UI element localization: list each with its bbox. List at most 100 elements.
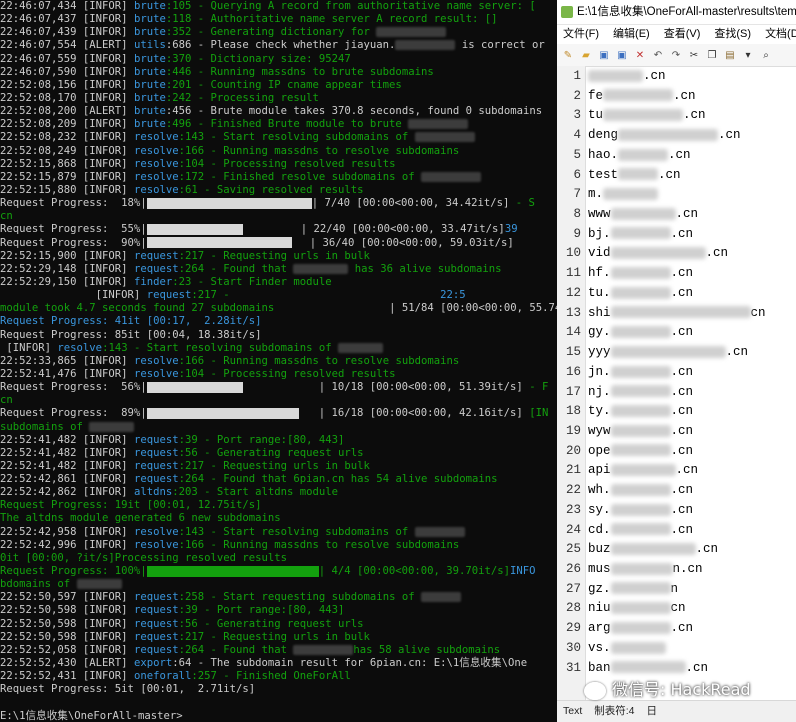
terminal-text: 22:46:07,434 [INFOR] [0, 0, 134, 12]
subdomain-line[interactable]: m. [588, 187, 659, 201]
subdomain-line[interactable]: gz. n [588, 582, 678, 596]
terminal-window[interactable]: 22:46:07,434 [INFOR] brute:105 - Queryin… [0, 0, 557, 722]
terminal-text: cn [0, 394, 13, 407]
menu-item[interactable]: 查看(V) [664, 28, 701, 40]
subdomain-line[interactable]: .cn [588, 69, 666, 83]
close-icon[interactable]: ✕ [633, 48, 647, 62]
notepad-window: E:\1信息收集\OneForAll-master\results\temp\ … [557, 0, 796, 722]
subdomain-line[interactable]: nj. .cn [588, 385, 693, 399]
notepad-app-icon [561, 5, 573, 18]
subdomain-line[interactable]: gy. .cn [588, 325, 693, 339]
paste-icon[interactable]: ▤ [723, 48, 737, 62]
subdomain-line[interactable]: niu cn [588, 601, 686, 615]
notepad-title: E:\1信息收集\OneForAll-master\results\temp\ [577, 6, 796, 18]
save-icon[interactable]: ▣ [597, 48, 611, 62]
subdomain-line[interactable]: hf. .cn [588, 266, 693, 280]
line-number: 31 [565, 660, 581, 675]
redo-icon[interactable]: ↷ [669, 48, 683, 62]
subdomain-prefix: www [588, 207, 611, 222]
subdomain-line[interactable]: yyy .cn [588, 345, 748, 359]
line-number: 1 [573, 69, 581, 83]
terminal-text: Request Progress: 19it [00:01, 12.75it/s… [0, 499, 262, 512]
line-number: 14 [565, 325, 581, 340]
subdomain-line[interactable]: www .cn [588, 207, 698, 221]
find-icon[interactable]: ⌕ [759, 48, 773, 62]
subdomain-line[interactable]: fe .cn [588, 89, 696, 103]
terminal-text: 22:52:52,430 [ALERT] [0, 657, 134, 670]
subdomain-line[interactable]: tu .cn [588, 108, 706, 122]
subdomain-line[interactable]: vs. [588, 641, 666, 655]
subdomain-line[interactable]: shi cn [588, 306, 766, 320]
subdomain-line[interactable]: tu. .cn [588, 286, 693, 300]
copy-icon[interactable]: ❐ [705, 48, 719, 62]
terminal-text: brute [133, 13, 166, 26]
terminal-text: | 7/40 [00:00<00:00, 34.42it/s] [311, 197, 510, 210]
terminal-text: bdomains of [0, 578, 77, 591]
terminal-text: 22:52:15,900 [INFOR] [0, 249, 134, 262]
terminal-line: 22:52:08,209 [INFOR] brute:496 - Finishe… [0, 118, 557, 131]
terminal-text: :104 - Processing resolved results [178, 367, 396, 380]
subdomain-line[interactable]: vid .cn [588, 246, 728, 260]
menu-item[interactable]: 编辑(E) [613, 28, 650, 40]
subdomain-line[interactable]: wyw .cn [588, 424, 693, 438]
line-number: 20 [565, 443, 581, 458]
terminal-line: 22:52:42,958 [INFOR] resolve:143 - Start… [0, 526, 557, 539]
line-number: 5 [573, 147, 581, 162]
subdomain-line[interactable]: arg .cn [588, 621, 693, 635]
terminal-line: 22:46:07,590 [INFOR] brute:446 - Running… [0, 66, 557, 79]
subdomain-suffix: .cn [670, 621, 694, 636]
subdomain-line[interactable]: ban .cn [588, 661, 708, 675]
dropdown-icon[interactable]: ▾ [741, 48, 755, 62]
subdomain-prefix: tu. [588, 285, 611, 300]
redacted-text [603, 89, 674, 102]
subdomain-suffix: n [670, 581, 679, 596]
subdomain-suffix: .cn [705, 246, 729, 261]
redacted-text [408, 119, 469, 130]
subdomain-line[interactable]: cd. .cn [588, 523, 693, 537]
new-file-icon[interactable]: ✎ [561, 48, 575, 62]
terminal-text: brute [133, 91, 166, 104]
subdomain-line[interactable]: mus n.cn [588, 562, 703, 576]
terminal-text: resolve [57, 341, 103, 354]
subdomain-line[interactable]: ope .cn [588, 444, 693, 458]
undo-icon[interactable]: ↶ [651, 48, 665, 62]
terminal-text: [INFOR] [0, 341, 58, 354]
cut-icon[interactable]: ✂ [687, 48, 701, 62]
notepad-editor[interactable]: 1 2 3 4 5 6 7 8 9 10 11 12 13 14 15 16 17 18 19 20 21 22 23 24 2… [557, 66, 796, 700]
redacted-text [376, 27, 447, 38]
redacted-text [610, 641, 666, 654]
subdomain-line[interactable]: test .cn [588, 168, 681, 182]
subdomain-line[interactable]: ty. .cn [588, 404, 693, 418]
terminal-text: 22:52:08,156 [INFOR] [0, 78, 134, 91]
line-number: 7 [573, 187, 581, 202]
open-folder-icon[interactable]: ▰ [579, 48, 593, 62]
subdomain-line[interactable]: sy. .cn [588, 503, 693, 517]
subdomain-line[interactable]: deng .cn [588, 128, 741, 142]
subdomain-line[interactable]: bj. .cn [588, 227, 693, 241]
menu-item[interactable]: 文档(D) [765, 28, 796, 40]
redacted-text [293, 644, 354, 655]
terminal-text: 22:52:42,958 [INFOR] [0, 525, 134, 538]
subdomain-suffix: .cn [670, 384, 694, 399]
terminal-text: :496 - Finished Brute module to brute [165, 118, 409, 131]
redacted-text [618, 128, 719, 141]
terminal-text: 22:52:50,598 [INFOR] [0, 617, 134, 630]
subdomain-line[interactable]: hao. .cn [588, 148, 691, 162]
menu-item[interactable]: 文件(F) [563, 28, 599, 40]
subdomain-line[interactable]: api .cn [588, 463, 698, 477]
subdomain-line[interactable]: buz .cn [588, 542, 718, 556]
line-number: 29 [565, 621, 581, 636]
menu-item[interactable]: 查找(S) [714, 28, 751, 40]
subdomain-suffix: cn [670, 601, 686, 616]
terminal-line: 22:46:07,554 [ALERT] utils:686 - Please … [0, 39, 557, 52]
terminal-text: :105 - Querying A record from authoritat… [165, 0, 536, 12]
line-number: 21 [565, 463, 581, 478]
terminal-text: resolve [133, 157, 179, 170]
terminal-text: module took 4.7 seconds found 27 subdoma… [0, 302, 275, 315]
terminal-line: Request Progress: 85it [00:04, 18.38it/s… [0, 329, 557, 342]
subdomain-line[interactable]: wh. .cn [588, 483, 693, 497]
subdomain-line[interactable]: jn. .cn [588, 365, 693, 379]
save-all-icon[interactable]: ▣ [615, 48, 629, 62]
terminal-line: 22:52:52,431 [INFOR] oneforall:257 - Fin… [0, 670, 557, 683]
progress-bar-fill [146, 197, 312, 209]
